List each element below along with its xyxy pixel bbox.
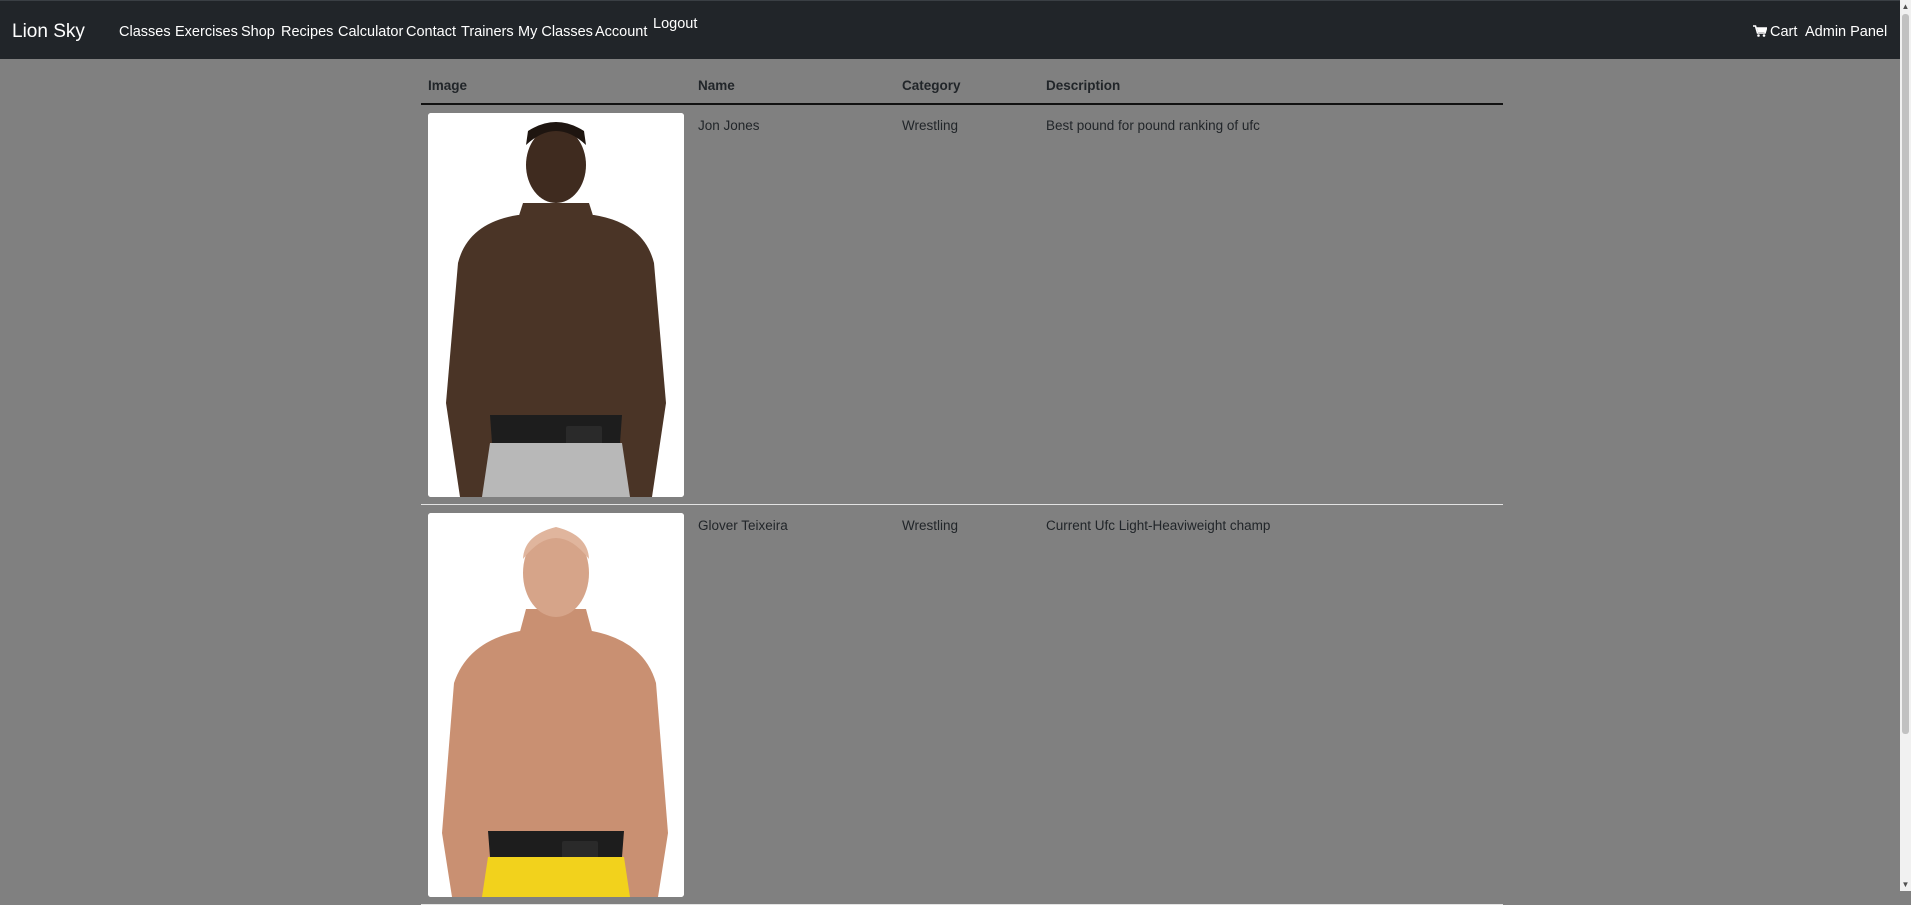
trainer-photo (428, 513, 684, 897)
nav-shop[interactable]: Shop (241, 23, 275, 41)
trainer-name: Jon Jones (691, 104, 895, 505)
nav-classes[interactable]: Classes (119, 23, 171, 41)
scroll-down-arrow-icon[interactable]: ▼ (1901, 880, 1910, 889)
table-header-row: Image Name Category Description (421, 59, 1503, 105)
trainers-table-container: Image Name Category Description Jon Jone… (421, 59, 1503, 905)
cart-link[interactable]: Cart (1753, 23, 1797, 41)
brand-logo[interactable]: Lion Sky (12, 21, 85, 43)
nav-calculator[interactable]: Calculator (338, 23, 403, 41)
trainer-category: Wrestling (895, 504, 1039, 905)
nav-recipes[interactable]: Recipes (281, 23, 333, 41)
trainer-name: Glover Teixeira (691, 504, 895, 905)
vertical-scrollbar[interactable]: ▲ ▼ (1900, 0, 1911, 891)
nav-trainers[interactable]: Trainers (461, 23, 514, 41)
header-name: Name (691, 59, 895, 105)
cart-label: Cart (1770, 24, 1798, 40)
table-row: Jon Jones Wrestling Best pound for pound… (421, 104, 1503, 505)
scrollbar-thumb[interactable] (1902, 14, 1909, 734)
top-navbar: Lion Sky Classes Exercises Shop Recipes … (0, 0, 1900, 59)
admin-panel-link[interactable]: Admin Panel (1805, 23, 1887, 41)
scroll-up-arrow-icon[interactable]: ▲ (1901, 2, 1910, 11)
nav-exercises[interactable]: Exercises (175, 23, 238, 41)
shorts-graphic (482, 443, 630, 497)
image-cell (421, 504, 691, 905)
trainer-description: Best pound for pound ranking of ufc (1039, 104, 1503, 505)
header-image: Image (421, 59, 691, 105)
nav-my-classes[interactable]: My Classes (518, 23, 593, 41)
header-category: Category (895, 59, 1039, 105)
nav-account[interactable]: Account (595, 23, 647, 41)
trainers-table: Image Name Category Description Jon Jone… (421, 59, 1503, 905)
nav-contact[interactable]: Contact (406, 23, 456, 41)
table-row: Glover Teixeira Wrestling Current Ufc Li… (421, 504, 1503, 905)
trainer-photo (428, 113, 684, 497)
cart-icon (1753, 25, 1767, 37)
shorts-graphic (482, 857, 630, 897)
trainer-description: Current Ufc Light-Heaviweight champ (1039, 504, 1503, 905)
trainer-category: Wrestling (895, 104, 1039, 505)
header-description: Description (1039, 59, 1503, 105)
logout-link[interactable]: Logout (653, 15, 697, 33)
image-cell (421, 104, 691, 505)
